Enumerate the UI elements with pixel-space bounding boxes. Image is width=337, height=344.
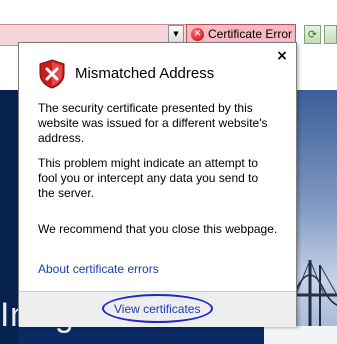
popup-paragraph-recommend: We recommend that you close this webpage… xyxy=(38,222,278,236)
popup-paragraph-issued: The security certificate presented by th… xyxy=(38,101,268,145)
about-certificate-errors-link[interactable]: About certificate errors xyxy=(38,262,159,276)
page-bottom-area xyxy=(264,326,337,344)
certificate-error-button[interactable]: ✕ Certificate Error xyxy=(186,24,296,44)
dropdown-arrow-icon: ▼ xyxy=(173,30,179,38)
stop-button[interactable] xyxy=(324,25,337,44)
annotation-oval xyxy=(102,294,213,323)
refresh-button[interactable]: ⟳ xyxy=(304,25,321,44)
certificate-error-popup: × Mismatched Address The security certif… xyxy=(18,42,297,327)
popup-title: Mismatched Address xyxy=(75,65,215,82)
popup-paragraph-problem: This problem might indicate an attempt t… xyxy=(38,156,259,200)
certificate-error-label: Certificate Error xyxy=(208,27,293,41)
bridge-photo xyxy=(296,90,337,344)
address-dropdown-button[interactable]: ▼ xyxy=(168,25,184,43)
close-icon[interactable]: × xyxy=(275,49,289,63)
error-x-icon: ✕ xyxy=(191,27,204,41)
refresh-icon: ⟳ xyxy=(307,28,318,41)
bridge-icon xyxy=(296,259,337,344)
shield-error-icon xyxy=(39,59,65,89)
